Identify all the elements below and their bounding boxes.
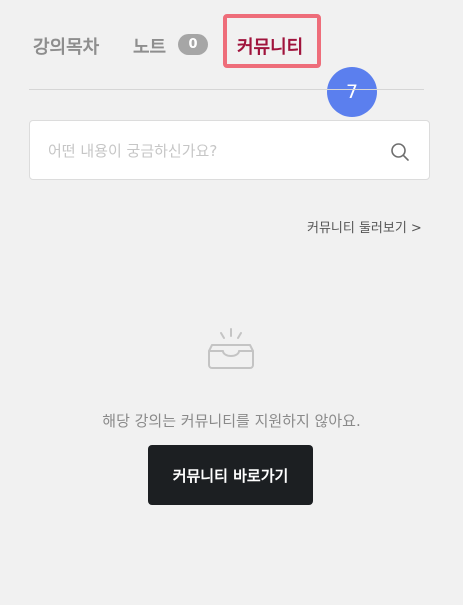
browse-community-label: 커뮤니티 둘러보기	[307, 221, 407, 236]
browse-community-link[interactable]: 커뮤니티 둘러보기 >	[307, 217, 422, 236]
tab-divider	[29, 89, 424, 90]
search-box	[29, 120, 430, 180]
chevron-right-icon: >	[410, 221, 422, 236]
empty-state-message: 해당 강의는 커뮤니티를 지원하지 않아요.	[102, 412, 361, 430]
tab-notes[interactable]: 노트	[133, 33, 166, 59]
search-icon[interactable]	[390, 142, 410, 162]
go-to-community-button[interactable]: 커뮤니티 바로가기	[148, 445, 313, 505]
step-number-badge: 7	[327, 67, 377, 117]
search-input[interactable]	[48, 139, 368, 163]
tab-course-toc[interactable]: 강의목차	[33, 33, 99, 59]
tab-bar: 강의목차 노트 0 커뮤니티	[0, 0, 463, 90]
tab-community[interactable]: 커뮤니티	[237, 33, 303, 59]
inbox-tray-icon	[208, 328, 254, 369]
note-count-badge: 0	[178, 34, 208, 55]
